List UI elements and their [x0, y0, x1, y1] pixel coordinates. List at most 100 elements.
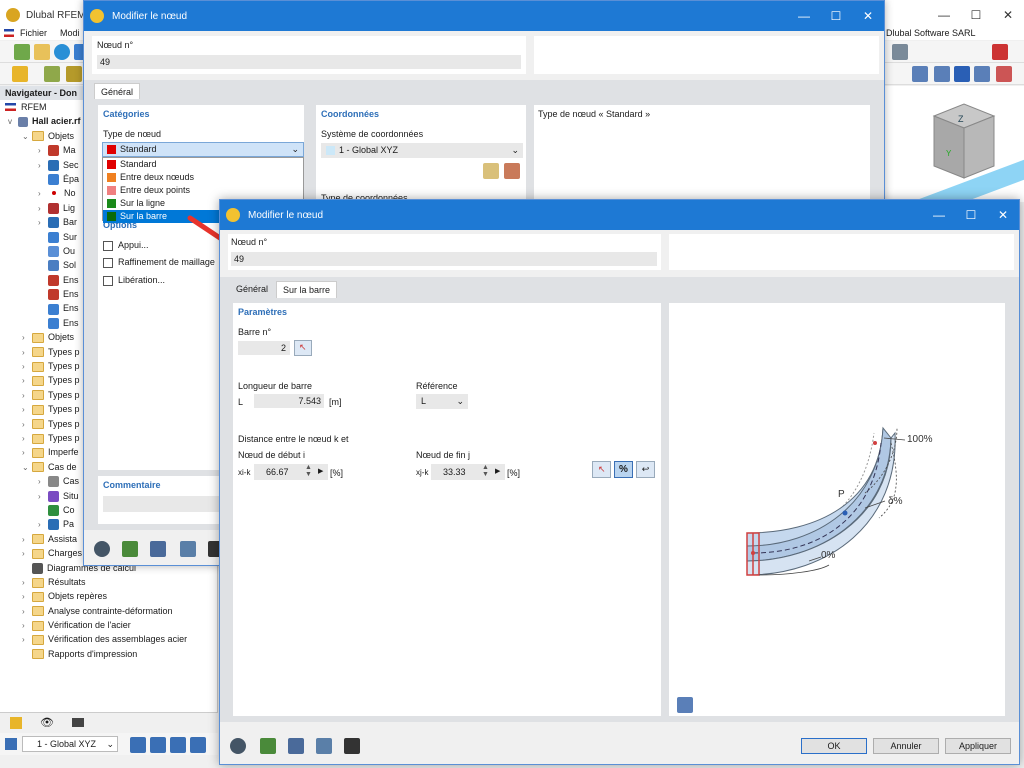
status-tool-1-icon[interactable]: [130, 737, 146, 753]
node-type-select[interactable]: Standard ⌄: [102, 142, 304, 157]
decimal-icon[interactable]: [122, 541, 138, 557]
chevron-down-icon[interactable]: ⌄: [22, 461, 32, 475]
liberation-checkbox[interactable]: Libération...: [103, 275, 165, 286]
status-tool-4-icon[interactable]: [190, 737, 206, 753]
chevron-right-icon[interactable]: ›: [22, 590, 32, 604]
view-cube-icon[interactable]: Z Y: [884, 86, 1024, 202]
status-tool-2-icon[interactable]: [150, 737, 166, 753]
statusbar-coord-select[interactable]: 1 - Global XYZ ⌄: [22, 736, 118, 752]
chevron-right-icon[interactable]: ›: [22, 576, 32, 590]
node-type-option[interactable]: Entre deux points: [103, 184, 303, 197]
xik-input[interactable]: 66.67 ▲ ▼ ▶: [254, 464, 328, 480]
appui-checkbox[interactable]: Appui...: [103, 240, 149, 251]
chevron-right-icon[interactable]: ›: [22, 403, 32, 417]
chevron-right-icon[interactable]: ›: [22, 331, 32, 345]
barre-input[interactable]: 2: [238, 341, 290, 355]
chevron-right-icon[interactable]: ›: [38, 216, 48, 230]
percent-toggle-button[interactable]: %: [614, 461, 633, 478]
dialog2-minimize-button[interactable]: —: [923, 200, 955, 230]
xjk-spin-icon[interactable]: ▲ ▼: [482, 464, 489, 478]
chevron-right-icon[interactable]: ›: [22, 605, 32, 619]
table-edit-icon[interactable]: [288, 738, 304, 754]
status-tool-3-icon[interactable]: [170, 737, 186, 753]
view-tab-icon[interactable]: 👁: [40, 717, 54, 729]
tree-item[interactable]: › Objets repères: [0, 589, 217, 603]
dialog1-node-input[interactable]: 49: [97, 55, 521, 69]
view-render-icon[interactable]: [996, 66, 1012, 82]
dialog2-node-input[interactable]: 49: [231, 252, 657, 266]
annuler-button[interactable]: Annuler: [873, 738, 939, 754]
chevron-right-icon[interactable]: ›: [38, 475, 48, 489]
xjk-next-icon[interactable]: ▶: [495, 465, 500, 479]
dialog2-maximize-button[interactable]: ☐: [955, 200, 987, 230]
delete-icon[interactable]: [992, 44, 1008, 60]
figure-options-icon[interactable]: [677, 697, 693, 713]
chevron-down-icon[interactable]: ⌄: [22, 130, 32, 144]
pick-point-button[interactable]: ↖: [592, 461, 611, 478]
dialog2-tab-sur-la-barre[interactable]: Sur la barre: [276, 281, 338, 298]
chevron-right-icon[interactable]: ›: [22, 360, 32, 374]
xik-next-icon[interactable]: ▶: [318, 465, 323, 479]
chevron-right-icon[interactable]: ›: [22, 533, 32, 547]
view-side-icon[interactable]: [974, 66, 990, 82]
tree-item[interactable]: › Résultats: [0, 575, 217, 589]
menu-modifier[interactable]: Modi: [60, 26, 80, 40]
line-tool-icon[interactable]: [44, 66, 60, 82]
chevron-right-icon[interactable]: ›: [38, 202, 48, 216]
chevron-right-icon[interactable]: ›: [22, 389, 32, 403]
chevron-right-icon[interactable]: ›: [38, 518, 48, 532]
tree-item[interactable]: › Vérification de l'acier: [0, 618, 217, 632]
edit-coord-sys-icon[interactable]: [504, 163, 520, 179]
chevron-right-icon[interactable]: ›: [38, 159, 48, 173]
formula-icon[interactable]: [344, 738, 360, 754]
tree-item[interactable]: Rapports d'impression: [0, 647, 217, 661]
reverse-direction-button[interactable]: ↩: [636, 461, 655, 478]
data-tab-icon[interactable]: [10, 717, 22, 729]
appliquer-button[interactable]: Appliquer: [945, 738, 1011, 754]
xik-spin-icon[interactable]: ▲ ▼: [305, 464, 312, 478]
chevron-right-icon[interactable]: ›: [22, 418, 32, 432]
search-icon[interactable]: [94, 541, 110, 557]
dialog1-close-button[interactable]: ✕: [852, 1, 884, 31]
tree-item[interactable]: › Vérification des assemblages acier: [0, 632, 217, 646]
tree-item[interactable]: › Analyse contrainte-déformation: [0, 604, 217, 618]
node-type-option[interactable]: Entre deux nœuds: [103, 171, 303, 184]
view-top-icon[interactable]: [954, 66, 970, 82]
chevron-right-icon[interactable]: ›: [38, 490, 48, 504]
star-tool-icon[interactable]: [12, 66, 28, 82]
pick-barre-button[interactable]: ↖: [294, 340, 312, 356]
dialog1-minimize-button[interactable]: —: [788, 1, 820, 31]
webservice-icon[interactable]: [54, 44, 70, 60]
new-file-icon[interactable]: [14, 44, 30, 60]
chevron-right-icon[interactable]: ›: [22, 547, 32, 561]
table-edit-icon[interactable]: [150, 541, 166, 557]
new-coord-sys-icon[interactable]: [483, 163, 499, 179]
view-iso-icon[interactable]: [912, 66, 928, 82]
menu-fichier[interactable]: Fichier: [20, 26, 47, 40]
dialog1-maximize-button[interactable]: ☐: [820, 1, 852, 31]
search-icon[interactable]: [230, 738, 246, 754]
dialog1-tab-general[interactable]: Général: [94, 83, 141, 99]
info-icon[interactable]: [180, 541, 196, 557]
chevron-right-icon[interactable]: ›: [38, 187, 48, 201]
node-type-option[interactable]: Standard: [103, 158, 303, 171]
chevron-right-icon[interactable]: ›: [22, 619, 32, 633]
dialog2-close-button[interactable]: ✕: [987, 200, 1019, 230]
chevron-right-icon[interactable]: ›: [22, 633, 32, 647]
view-front-icon[interactable]: [934, 66, 950, 82]
dialog2-tab-general[interactable]: Général: [230, 281, 274, 297]
chevron-right-icon[interactable]: ›: [22, 346, 32, 360]
viewport-3d[interactable]: Z Y: [884, 86, 1024, 202]
chevron-right-icon[interactable]: ›: [38, 144, 48, 158]
chevron-right-icon[interactable]: ›: [22, 432, 32, 446]
info-icon[interactable]: [316, 738, 332, 754]
chevron-right-icon[interactable]: ›: [22, 446, 32, 460]
coord-sys-select[interactable]: 1 - Global XYZ ⌄: [321, 143, 523, 158]
ok-button[interactable]: OK: [801, 738, 867, 754]
select-tool-icon[interactable]: [892, 44, 908, 60]
camera-tab-icon[interactable]: [72, 718, 84, 727]
reference-select[interactable]: L ⌄: [416, 394, 468, 409]
wand-tool-icon[interactable]: [66, 66, 82, 82]
open-folder-icon[interactable]: [34, 44, 50, 60]
decimal-icon[interactable]: [260, 738, 276, 754]
